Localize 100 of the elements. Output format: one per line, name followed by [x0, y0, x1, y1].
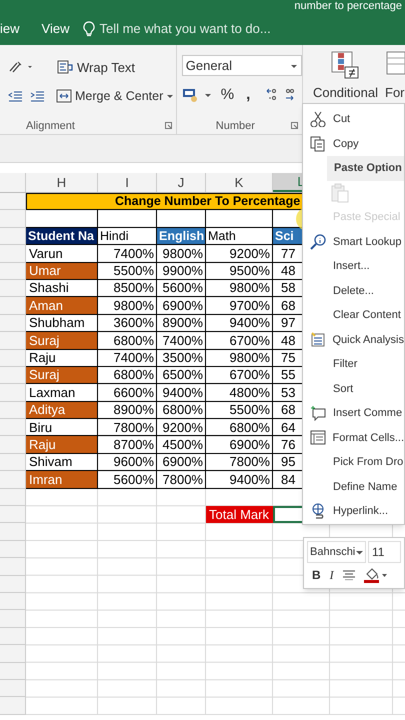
- row-header[interactable]: [0, 436, 26, 454]
- name-cell: Varun: [26, 245, 98, 263]
- group-label: Alignment: [26, 118, 75, 134]
- row-header[interactable]: [0, 280, 26, 298]
- tell-me-field[interactable]: Tell me what you want to do...: [99, 18, 271, 38]
- score-cell: 7800%: [98, 419, 157, 436]
- row-header[interactable]: [0, 610, 26, 628]
- row-header[interactable]: [0, 558, 26, 576]
- menu-item[interactable]: Hyperlink...: [333, 503, 388, 520]
- row-header[interactable]: [0, 454, 26, 472]
- score-cell: 7400%: [98, 350, 157, 367]
- row-header[interactable]: [0, 297, 26, 315]
- row-header[interactable]: [0, 245, 26, 263]
- merge-center-button[interactable]: Merge & Center: [56, 86, 164, 106]
- score-cell: 9700%: [206, 297, 273, 315]
- group-label: Number: [216, 118, 255, 134]
- row-header[interactable]: [0, 506, 26, 524]
- bold-button[interactable]: B: [312, 566, 321, 584]
- name-cell: Shashi: [26, 280, 98, 298]
- row-header[interactable]: [0, 628, 26, 646]
- score-cell: 9800%: [98, 297, 157, 315]
- menu-section-heading: Paste Option: [334, 161, 402, 176]
- row-header[interactable]: [0, 228, 26, 246]
- format-as-table-button[interactable]: For: [385, 45, 405, 134]
- row-header[interactable]: [0, 540, 26, 558]
- score-cell: 5500%: [206, 402, 273, 420]
- score-cell: 4500%: [157, 436, 206, 454]
- row-header[interactable]: [0, 576, 26, 593]
- italic-button[interactable]: I: [330, 566, 334, 584]
- column-heading: Student Na: [26, 228, 98, 246]
- center-align-icon: [342, 570, 355, 580]
- column-heading: English: [157, 228, 206, 246]
- caret-icon: [204, 92, 212, 98]
- name-cell: Raju: [26, 350, 98, 367]
- row-header[interactable]: [0, 314, 26, 332]
- row-header[interactable]: [0, 350, 26, 367]
- menu-item[interactable]: Insert Comme: [333, 405, 402, 422]
- menu-item[interactable]: Define Name: [333, 478, 398, 495]
- ribbon-tab[interactable]: View: [42, 18, 70, 38]
- row-header[interactable]: [0, 262, 26, 280]
- score-cell: 4800%: [206, 384, 273, 402]
- lightbulb-icon: [83, 20, 96, 36]
- column-header[interactable]: H: [26, 173, 98, 192]
- score-cell: 3500%: [157, 350, 206, 367]
- score-cell: 8900%: [98, 402, 157, 420]
- row-header[interactable]: [0, 193, 26, 210]
- row-header[interactable]: [0, 697, 26, 715]
- row-header[interactable]: [0, 592, 26, 610]
- menu-item[interactable]: Sort: [333, 380, 354, 397]
- row-header[interactable]: [0, 384, 26, 402]
- score-cell: 8500%: [98, 280, 157, 298]
- score-cell: 9200%: [206, 245, 273, 263]
- name-cell: Shubham: [26, 314, 98, 332]
- currency-icon: [182, 87, 200, 104]
- column-header[interactable]: J: [157, 173, 206, 192]
- row-header[interactable]: [0, 523, 26, 541]
- score-cell: 9800%: [206, 350, 273, 367]
- row-header[interactable]: [0, 419, 26, 436]
- score-cell: 9400%: [206, 471, 273, 489]
- name-cell: Suraj: [26, 366, 98, 384]
- menu-item[interactable]: Delete...: [333, 282, 374, 299]
- score-cell: 6800%: [98, 332, 157, 350]
- font-name-dropdown[interactable]: Bahnschi: [307, 541, 366, 563]
- wrap-text-button[interactable]: Wrap Text: [57, 58, 136, 78]
- row-header[interactable]: [0, 488, 26, 506]
- score-cell: 8700%: [98, 436, 157, 454]
- score-cell: 7400%: [157, 332, 206, 350]
- menu-item[interactable]: Smart Lookup: [333, 234, 402, 250]
- menu-item[interactable]: Quick Analysis: [332, 332, 404, 348]
- row-header[interactable]: [0, 402, 26, 420]
- row-header[interactable]: [0, 332, 26, 350]
- column-heading: Math: [206, 228, 273, 246]
- score-cell: 7800%: [157, 471, 206, 489]
- menu-item[interactable]: Format Cells...: [332, 430, 404, 446]
- copy-icon: [310, 136, 326, 152]
- menu-item[interactable]: Filter: [333, 356, 358, 372]
- row-header[interactable]: [0, 471, 26, 489]
- menu-item[interactable]: Cut: [333, 111, 350, 128]
- ribbon-tab[interactable]: iew: [0, 18, 20, 38]
- row-header[interactable]: [0, 645, 26, 663]
- increase-decimal-icon: [266, 88, 278, 102]
- menu-item[interactable]: Clear Content: [333, 307, 401, 324]
- number-format-dropdown[interactable]: General: [182, 55, 302, 76]
- row-header[interactable]: [0, 680, 26, 698]
- row-header[interactable]: [0, 366, 26, 384]
- row-header[interactable]: [0, 662, 26, 680]
- comma-style-button[interactable]: ,: [246, 84, 250, 106]
- menu-item[interactable]: Copy: [333, 136, 359, 152]
- dialog-launcher-icon: [290, 122, 298, 130]
- score-cell: 6800%: [157, 402, 206, 420]
- fill-color-icon: [364, 567, 388, 583]
- menu-item[interactable]: Pick From Dro: [333, 454, 404, 470]
- font-size-field[interactable]: 11: [368, 541, 401, 563]
- name-cell: Umar: [26, 262, 98, 280]
- menu-item[interactable]: Insert...: [333, 258, 370, 274]
- lightning-table-icon: [310, 332, 326, 348]
- column-header[interactable]: I: [98, 173, 157, 192]
- percent-style-button[interactable]: %: [220, 84, 234, 106]
- score-cell: 6700%: [206, 366, 273, 384]
- row-header[interactable]: [0, 210, 26, 228]
